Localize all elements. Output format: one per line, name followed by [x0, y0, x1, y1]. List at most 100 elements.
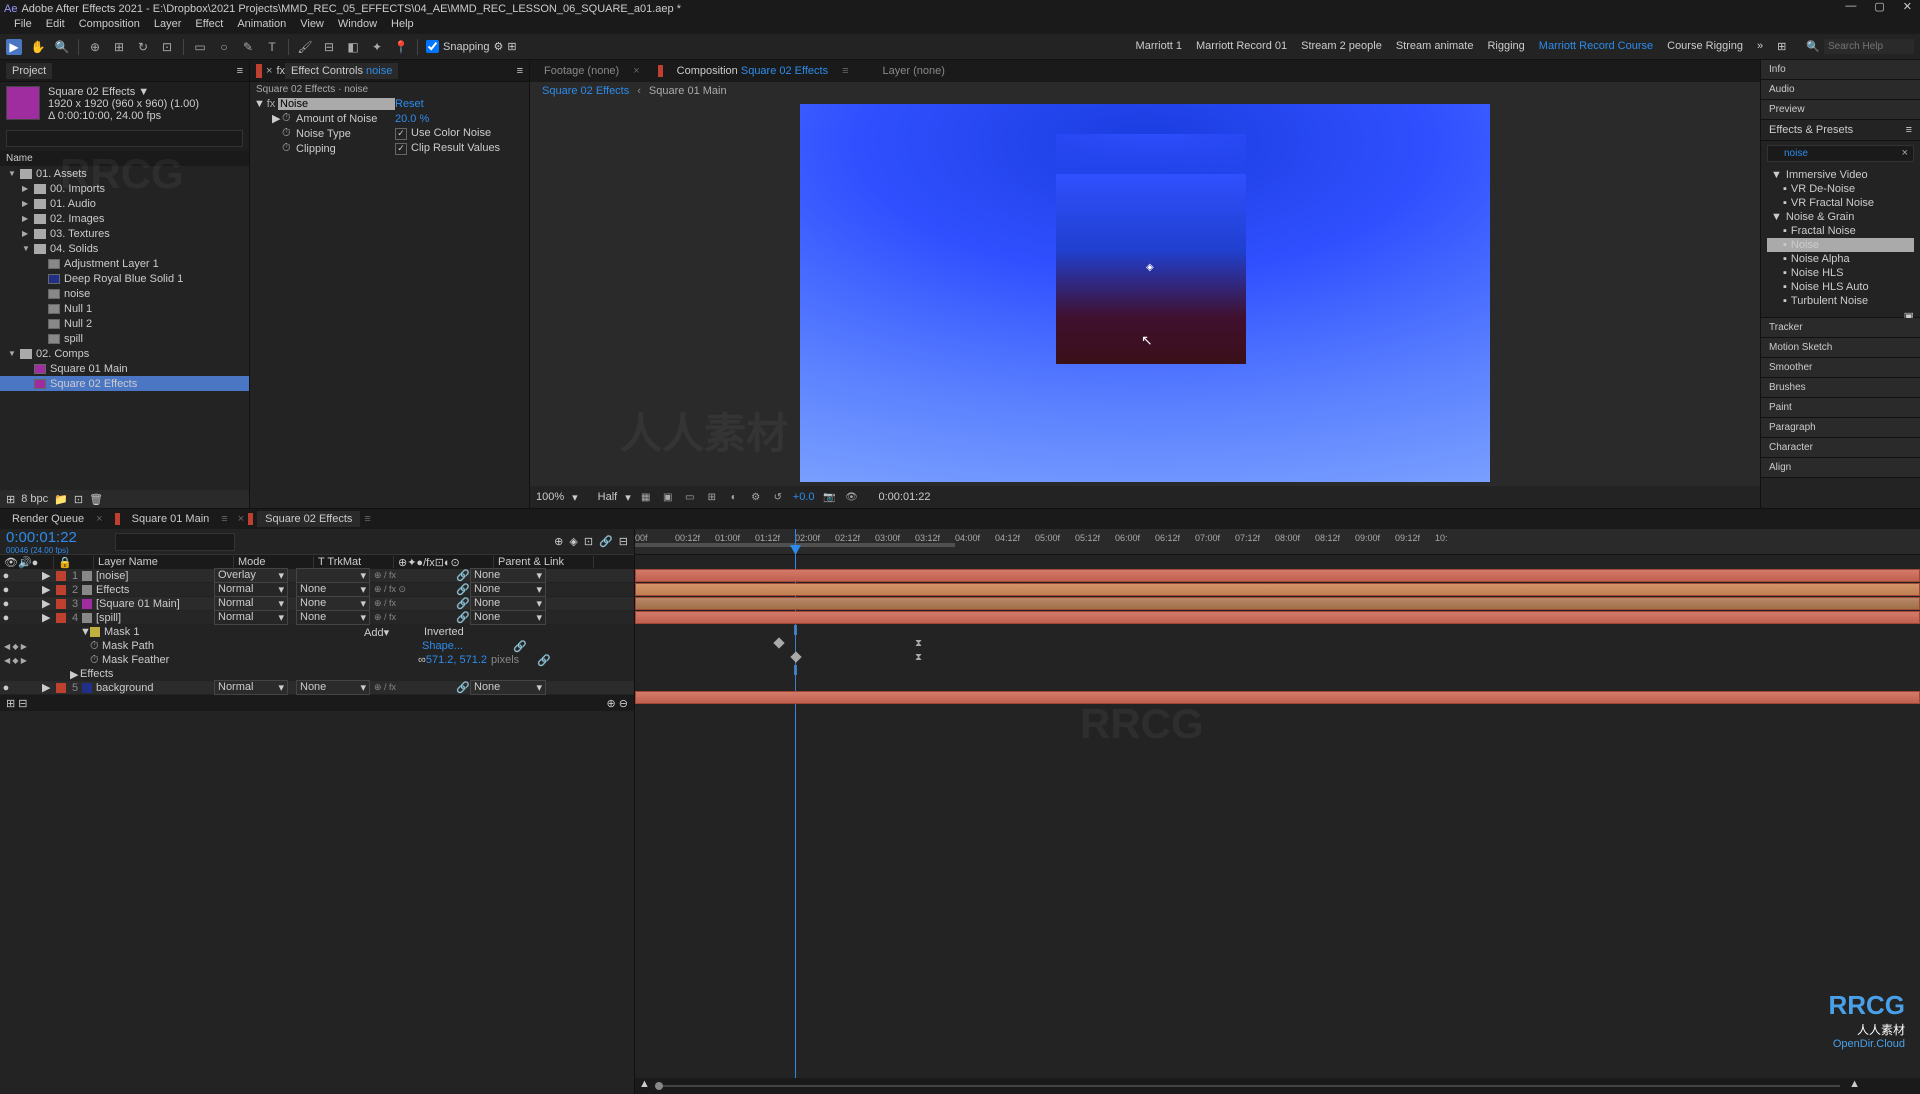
tl-toggle-switches[interactable]: ⊞ ⊟ [6, 697, 28, 710]
layer-bar[interactable] [635, 691, 1920, 704]
project-item[interactable]: Square 01 Main [0, 361, 249, 376]
menu-edit[interactable]: Edit [40, 18, 71, 34]
link-icon[interactable]: 🔗 [456, 681, 470, 694]
project-tab[interactable]: Project [6, 63, 52, 79]
project-item[interactable]: Null 2 [0, 316, 249, 331]
tracker-panel[interactable]: Tracker [1761, 318, 1920, 338]
effect-caret[interactable]: ▼ [254, 98, 264, 110]
preset-item[interactable]: ▪Noise HLS [1767, 266, 1914, 280]
layer-parent-select[interactable]: None▾ [470, 610, 546, 625]
layer-parent-select[interactable]: None▾ [470, 596, 546, 611]
timeline-layer[interactable]: ● ▶ 3 [Square 01 Main] Normal▾ None▾ ⊕ /… [0, 597, 634, 611]
project-name-header[interactable]: Name [0, 151, 249, 166]
stopwatch-icon[interactable]: ⏱ [90, 640, 102, 653]
timeline-tab-2[interactable]: Square 02 Effects [257, 511, 360, 527]
anchor-point-icon[interactable]: ◈ [1146, 262, 1154, 273]
layer-color-label[interactable] [56, 613, 66, 623]
menu-window[interactable]: Window [332, 18, 383, 34]
project-item[interactable]: ▶01. Audio [0, 196, 249, 211]
res-caret[interactable]: ▾ [625, 491, 631, 504]
timeline-search-input[interactable] [115, 533, 235, 551]
motion-sketch-panel[interactable]: Motion Sketch [1761, 338, 1920, 358]
layer-bar[interactable] [635, 597, 1920, 610]
preset-item[interactable]: ▪VR De-Noise [1767, 182, 1914, 196]
project-item[interactable]: Square 02 Effects [0, 376, 249, 391]
maximize-button[interactable]: ▢ [1874, 0, 1884, 13]
effects-group[interactable]: Effects [80, 668, 113, 680]
preset-item[interactable]: ▪Noise HLS Auto [1767, 280, 1914, 294]
orbit-tool[interactable]: ⊕ [87, 39, 103, 55]
type-tool[interactable]: T [264, 39, 280, 55]
stopwatch-icon[interactable]: ⏱ [90, 654, 102, 667]
project-panel-menu[interactable]: ≡ [237, 65, 243, 77]
viewer-timecode[interactable]: 0:00:01:22 [878, 491, 930, 503]
effect-fx-toggle[interactable]: fx [264, 98, 278, 110]
effect-reset-link[interactable]: Reset [395, 98, 525, 110]
preset-item[interactable]: ▪Noise [1767, 238, 1914, 252]
layer-bar[interactable] [635, 611, 1920, 624]
zoom-caret[interactable]: ▾ [572, 491, 578, 504]
tl-icon-3[interactable]: ⊡ [584, 535, 593, 548]
layer-parent-select[interactable]: None▾ [470, 582, 546, 597]
tl-icon-1[interactable]: ⊕ [554, 535, 563, 548]
project-interpret-icon[interactable]: ⊞ [6, 493, 15, 506]
project-item[interactable]: Deep Royal Blue Solid 1 [0, 271, 249, 286]
selection-tool[interactable]: ▶ [6, 39, 22, 55]
paint-panel[interactable]: Paint [1761, 398, 1920, 418]
composition-tab[interactable]: Composition Square 02 Effects [669, 63, 836, 79]
character-panel[interactable]: Character [1761, 438, 1920, 458]
project-item[interactable]: Null 1 [0, 301, 249, 316]
timeline-tab-render[interactable]: Render Queue [4, 511, 92, 527]
layer-trkmat-select[interactable]: None▾ [296, 680, 370, 695]
workspace-menu-icon[interactable]: ⊞ [1777, 40, 1786, 53]
stopwatch-icon[interactable]: ⏱ [282, 127, 296, 140]
exposure-value[interactable]: +0.0 [793, 491, 815, 503]
color-mgmt-icon[interactable]: ⚙ [749, 490, 763, 504]
snapshot-icon[interactable]: 📷 [822, 490, 836, 504]
tl-icon-5[interactable]: ⊟ [619, 535, 628, 548]
layer-bar[interactable] [635, 583, 1920, 596]
keyframe-ease[interactable] [915, 637, 923, 647]
workspace-1[interactable]: Marriott Record 01 [1196, 40, 1287, 53]
layer-visibility[interactable]: ● [0, 682, 12, 694]
keyframe-nav[interactable]: ◀ ◆ ▶ [4, 656, 27, 665]
workspace-6[interactable]: Course Rigging [1667, 40, 1743, 53]
layer-twirl[interactable]: ▶ [42, 569, 54, 582]
menu-file[interactable]: File [8, 18, 38, 34]
rotate-tool[interactable]: ↻ [135, 39, 151, 55]
project-search-input[interactable] [6, 130, 243, 147]
project-item[interactable]: spill [0, 331, 249, 346]
effect-checkbox[interactable]: ✓ [395, 143, 407, 155]
puppet-tool[interactable]: 📍 [393, 39, 409, 55]
roto-tool[interactable]: ✦ [369, 39, 385, 55]
layer-twirl[interactable]: ▶ [42, 611, 54, 624]
zoom-slider-handle[interactable] [655, 1082, 663, 1090]
preset-item[interactable]: ▼Immersive Video [1767, 168, 1914, 182]
layer-color-label[interactable] [56, 599, 66, 609]
keyframe-nav[interactable]: ◀ ◆ ▶ [4, 642, 27, 651]
layer-parent-select[interactable]: None▾ [470, 680, 546, 695]
comp-chain-1[interactable]: Square 01 Main [643, 84, 733, 98]
hand-tool[interactable]: ✋ [30, 39, 46, 55]
effect-controls-tab[interactable]: Effect Controls noise [285, 63, 398, 79]
project-item[interactable]: ▶03. Textures [0, 226, 249, 241]
mask-caret[interactable]: ▼ [80, 626, 90, 638]
rect-tool[interactable]: ▭ [192, 39, 208, 55]
mask-mode-select[interactable]: Add▾ [364, 626, 414, 639]
mask-name[interactable]: Mask 1 [104, 626, 244, 638]
stopwatch-icon[interactable]: ⏱ [282, 142, 296, 155]
menu-animation[interactable]: Animation [231, 18, 292, 34]
keyframe-marker[interactable] [794, 625, 797, 635]
reset-exposure-icon[interactable]: ↺ [771, 490, 785, 504]
layer-bar[interactable] [635, 569, 1920, 582]
project-new-comp-icon[interactable]: ⊡ [74, 493, 83, 506]
close-button[interactable]: ✕ [1903, 0, 1912, 13]
layer-color-label[interactable] [56, 683, 66, 693]
current-timecode[interactable]: 0:00:01:22 [6, 529, 77, 546]
menu-composition[interactable]: Composition [73, 18, 146, 34]
smoother-panel[interactable]: Smoother [1761, 358, 1920, 378]
brush-tool[interactable]: 🖌 [297, 39, 313, 55]
preview-panel[interactable]: Preview [1761, 100, 1920, 120]
comp-chain-0[interactable]: Square 02 Effects [536, 84, 635, 98]
menu-view[interactable]: View [294, 18, 330, 34]
